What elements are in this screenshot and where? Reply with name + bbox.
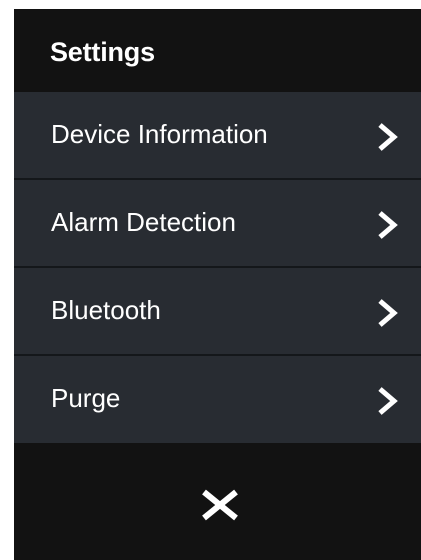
settings-panel: Settings Device Information Alarm Detect…: [14, 9, 421, 560]
menu-item-label: Bluetooth: [51, 295, 161, 325]
menu-item-label: Device Information: [51, 119, 268, 149]
chevron-right-icon: [378, 299, 398, 327]
menu-item-bluetooth[interactable]: Bluetooth: [14, 268, 421, 356]
chevron-right-icon: [378, 387, 398, 415]
menu-item-label: Alarm Detection: [51, 207, 236, 237]
settings-menu: Device Information Alarm Detection Bluet…: [14, 92, 421, 444]
chevron-right-icon: [378, 211, 398, 239]
menu-item-alarm-detection[interactable]: Alarm Detection: [14, 180, 421, 268]
settings-header: Settings: [14, 9, 421, 92]
chevron-right-icon: [378, 123, 398, 151]
settings-footer: [14, 443, 421, 560]
menu-item-label: Purge: [51, 383, 121, 413]
close-icon[interactable]: [200, 489, 240, 521]
page-title: Settings: [50, 37, 155, 67]
menu-item-purge[interactable]: Purge: [14, 356, 421, 444]
menu-item-device-information[interactable]: Device Information: [14, 92, 421, 180]
